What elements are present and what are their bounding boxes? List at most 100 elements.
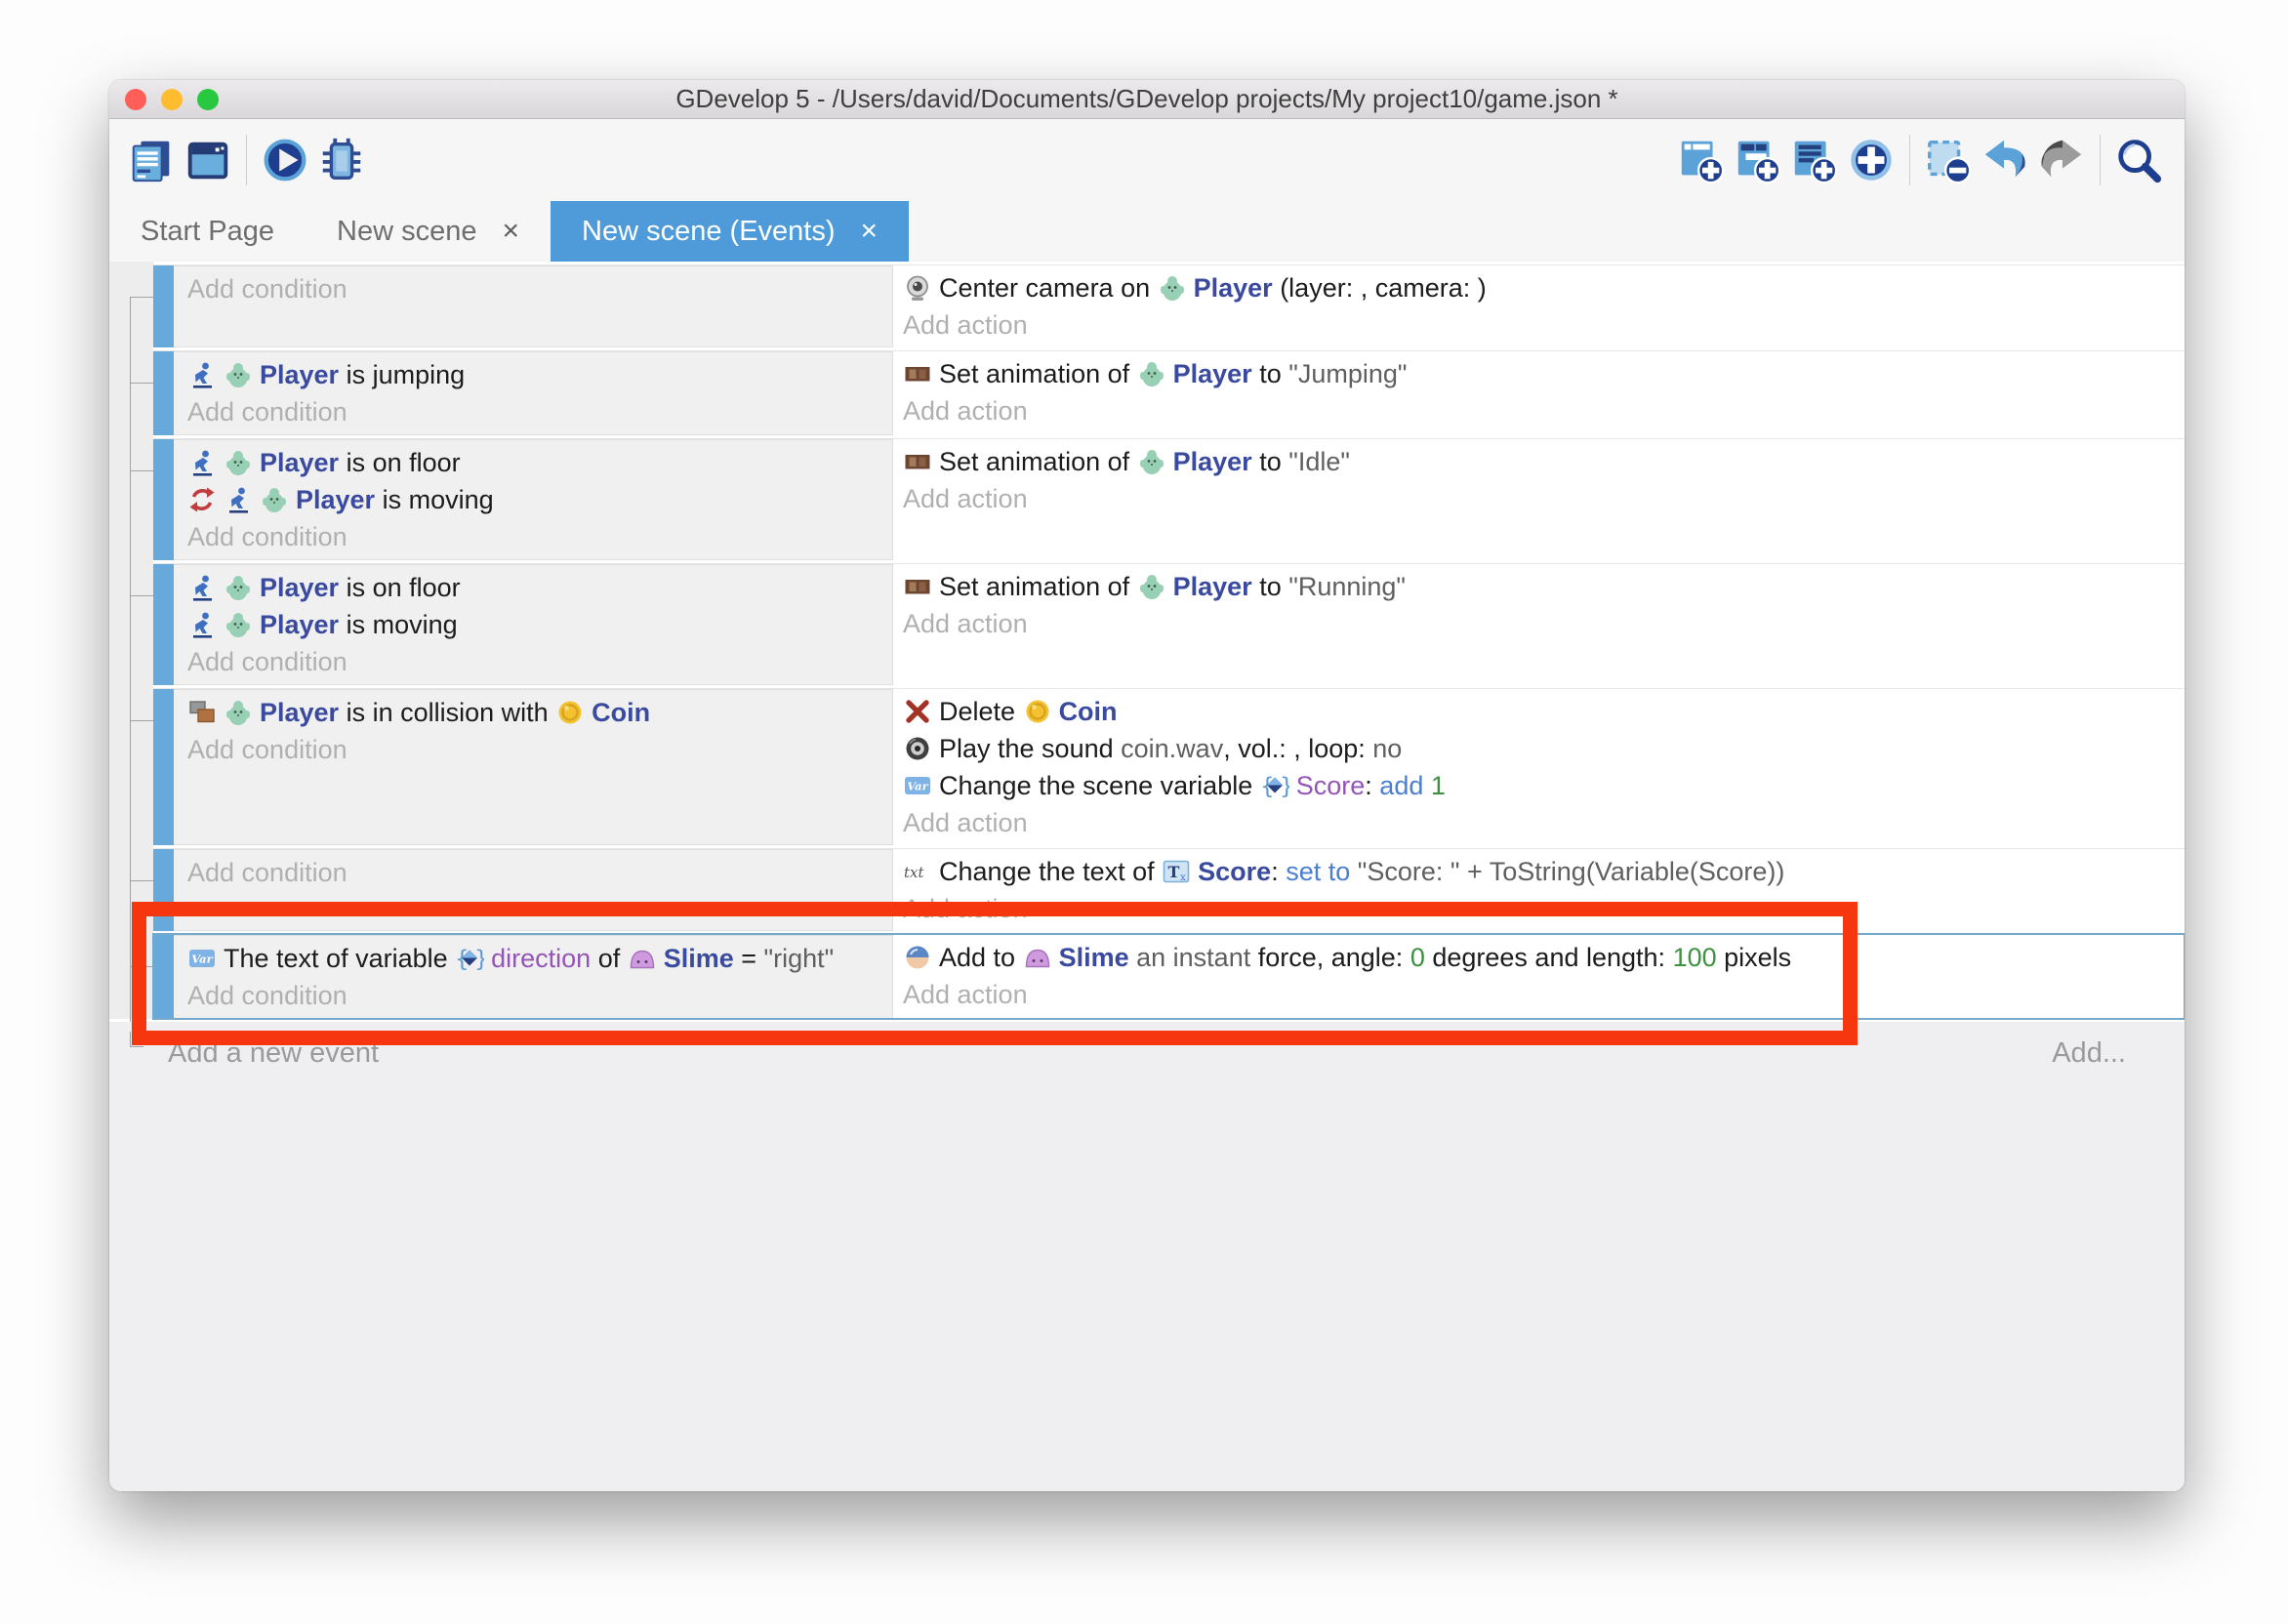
add-condition-button[interactable]: Add condition [187,731,892,768]
player-icon [1137,572,1166,601]
scene-editor-button[interactable] [180,132,236,188]
add-event-button[interactable] [1673,132,1730,188]
project-manager-button[interactable] [123,132,180,188]
undo-button[interactable] [1977,132,2033,188]
action-line[interactable]: Set animation of Player to "Idle" [903,443,2185,480]
condition-line[interactable]: Player is jumping [187,356,892,393]
add-new-event-button[interactable]: Add a new event [168,1037,379,1070]
add-subevent-button[interactable] [1730,132,1786,188]
add-comment-button[interactable] [1786,132,1843,188]
play-preview-button[interactable] [257,132,313,188]
toolbar-right-group [1673,119,2185,201]
add-action-button[interactable]: Add action [903,605,2185,642]
condition-line[interactable]: Player is on floor [187,444,892,481]
force-icon [903,943,932,972]
condition-line[interactable]: Player is moving [187,481,892,518]
platformer-icon [187,573,217,602]
action-line[interactable]: txtChange the text of TxScore: set to "S… [903,853,2185,890]
add-more-button[interactable]: Add... [2052,1037,2126,1070]
event-row[interactable]: Add conditiontxtChange the text of TxSco… [153,848,2185,931]
tab-start-page[interactable]: Start Page [109,201,306,262]
text-segment: no [1372,734,1402,764]
zoom-window-button[interactable] [197,89,219,110]
txt-icon: txt [903,857,932,886]
event-row[interactable]: Player is in collision with CoinAdd cond… [153,688,2185,845]
text-segment: "Idle" [1288,447,1350,477]
toolbar-separator [1909,135,1910,185]
condition-line[interactable]: Player is in collision with Coin [187,694,892,731]
actions-cell: Add to Slime an instant force, angle: 0 … [893,935,2185,1019]
event-row[interactable]: Add condition Center camera on Player (la… [153,264,2185,347]
event-row[interactable]: Player is on floorPlayer is movingAdd co… [153,563,2185,685]
text-segment: Change the text of [939,857,1162,887]
add-condition-button[interactable]: Add condition [187,643,892,680]
add-action-button[interactable]: Add action [903,392,2185,429]
event-row[interactable]: VarThe text of variable {}direction of S… [153,934,2185,1019]
action-line[interactable]: Center camera on Player (layer: , camera… [903,269,2185,306]
event-row[interactable]: Player is on floorPlayer is movingAdd co… [153,438,2185,560]
platformer-icon [224,485,253,514]
condition-line[interactable]: Player is on floor [187,569,892,606]
event-row[interactable]: Player is jumpingAdd conditionSet animat… [153,350,2185,435]
tab-new-scene[interactable]: New scene× [306,201,551,262]
coin-icon [555,698,585,727]
text-segment: is on floor [339,448,461,478]
add-condition-button[interactable]: Add condition [187,270,892,307]
minimize-window-button[interactable] [161,89,183,110]
toolbar-left-group [109,119,370,201]
window-title: GDevelop 5 - /Users/david/Documents/GDev… [675,84,1617,114]
text-segment: is on floor [339,573,461,603]
text-segment: The text of variable [224,944,455,974]
action-line[interactable]: VarChange the scene variable {}Score: ad… [903,767,2185,804]
slime-icon [1023,943,1052,972]
conditions-cell: VarThe text of variable {}direction of S… [174,935,893,1019]
text-segment: Score [1198,857,1271,887]
var-icon: Var [187,944,217,973]
debug-button[interactable] [313,132,370,188]
redo-button[interactable] [2033,132,2090,188]
svg-text:txt: txt [904,864,924,881]
add-action-button[interactable]: Add action [903,480,2185,517]
condition-line[interactable]: Player is moving [187,606,892,643]
add-condition-button[interactable]: Add condition [187,854,892,891]
conditions-cell: Player is on floorPlayer is movingAdd co… [174,439,893,560]
action-line[interactable]: Delete Coin [903,693,2185,730]
close-tab-icon[interactable]: × [861,217,878,246]
action-line[interactable]: Add to Slime an instant force, angle: 0 … [903,939,2185,976]
actions-cell: Center camera on Player (layer: , camera… [893,265,2185,347]
text-segment: add [1379,771,1423,801]
search-button[interactable] [2110,132,2167,188]
delete-event-button[interactable] [1920,132,1977,188]
event-handle [153,439,174,560]
svg-text:Var: Var [907,780,928,793]
add-action-button[interactable]: Add action [903,804,2185,841]
text-segment [1129,943,1137,973]
text-segment: "Score: " + ToString(Variable(Score)) [1358,857,1785,887]
condition-line[interactable]: VarThe text of variable {}direction of S… [187,940,892,977]
action-line[interactable]: Set animation of Player to "Jumping" [903,355,2185,392]
add-condition-button[interactable]: Add condition [187,518,892,555]
text-segment: : [1271,857,1286,887]
actions-cell: Set animation of Player to "Jumping"Add … [893,351,2185,435]
action-line[interactable]: Set animation of Player to "Running" [903,568,2185,605]
actions-cell: txtChange the text of TxScore: set to "S… [893,849,2185,931]
add-condition-button[interactable]: Add condition [187,977,892,1014]
platformer-icon [187,610,217,639]
add-condition-button[interactable]: Add condition [187,393,892,430]
tab-new-scene-events-[interactable]: New scene (Events)× [551,201,909,262]
text-segment: Set animation of [939,447,1137,477]
text-segment: Play the sound [939,734,1121,764]
close-window-button[interactable] [125,89,146,110]
action-line[interactable]: Play the sound coin.wav, vol.: , loop: n… [903,730,2185,767]
add-action-button[interactable]: Add action [903,306,2185,344]
add-action-button[interactable]: Add action [903,890,2185,927]
add-action-button[interactable]: Add action [903,976,2185,1013]
tab-bar: Start PageNew scene×New scene (Events)× [109,201,2185,262]
add-circle-button[interactable] [1843,132,1900,188]
title-bar: GDevelop 5 - /Users/david/Documents/GDev… [109,80,2185,119]
player-icon [1137,359,1166,388]
braces-icon: {} [455,944,484,973]
close-tab-icon[interactable]: × [503,217,520,246]
conditions-cell: Add condition [174,265,893,347]
conditions-cell: Player is in collision with CoinAdd cond… [174,689,893,845]
